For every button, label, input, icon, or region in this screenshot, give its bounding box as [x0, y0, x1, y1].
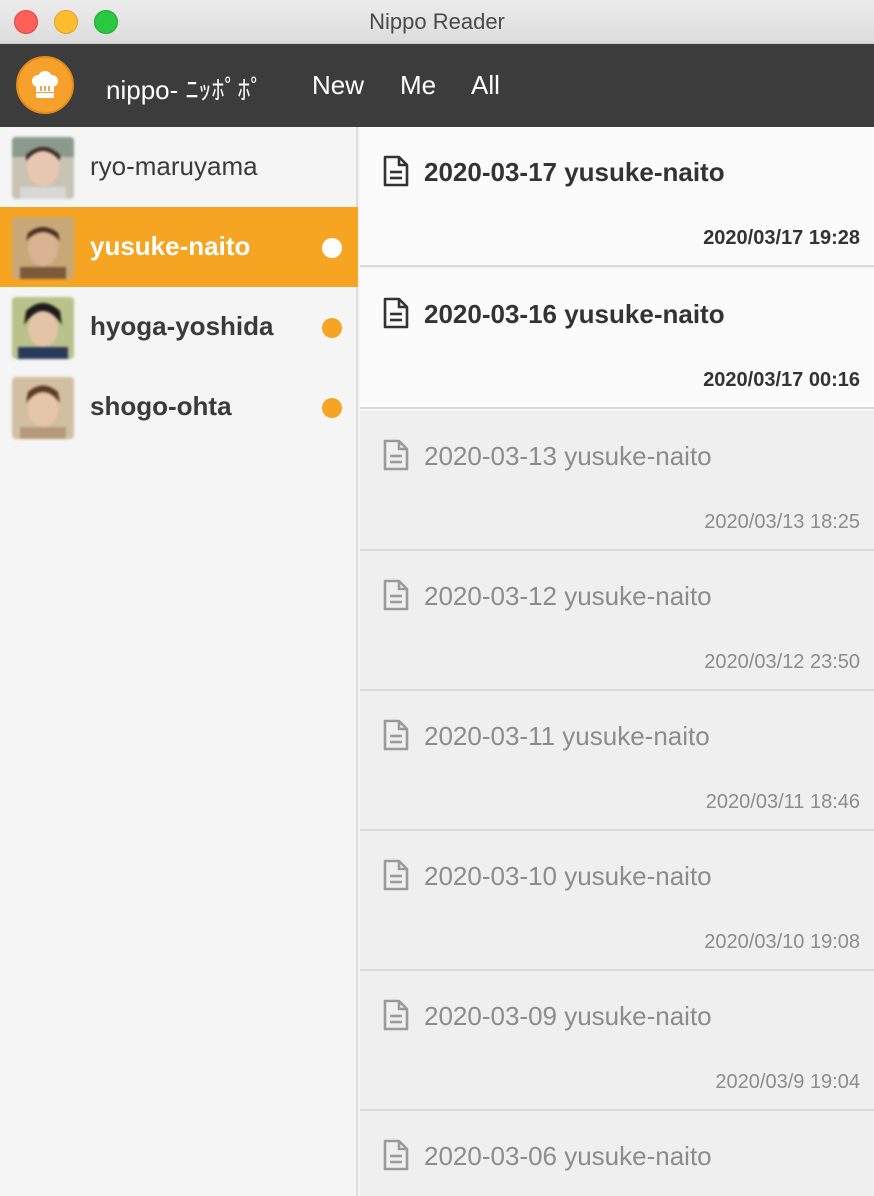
unread-indicator [322, 238, 342, 258]
document-icon [383, 859, 409, 891]
app-toolbar: nippo- ﾆｯﾎﾟﾎﾟ New Me All [0, 44, 874, 127]
report-title: 2020-03-11 yusuke-naito [424, 721, 710, 751]
document-icon [383, 999, 409, 1031]
report-date: 2020/03/11 18:46 [705, 791, 860, 813]
window-title: Nippo Reader [369, 9, 505, 34]
report-title: 2020-03-13 yusuke-naito [424, 441, 712, 471]
report-item[interactable]: 2020-03-12 yusuke-naito 2020/03/12 23:50 [360, 551, 874, 691]
nav-me[interactable]: Me [400, 70, 436, 101]
report-item[interactable]: 2020-03-13 yusuke-naito 2020/03/13 18:25 [360, 411, 874, 551]
report-date: 2020/03/10 19:08 [704, 931, 860, 953]
unread-indicator [322, 318, 342, 338]
report-date: 2020/03/17 19:28 [703, 227, 860, 249]
avatar [12, 297, 74, 359]
report-item[interactable]: 2020-03-06 yusuke-naito [360, 1111, 874, 1196]
report-item[interactable]: 2020-03-16 yusuke-naito 2020/03/17 00:16 [360, 269, 874, 409]
user-item-ryo-maruyama[interactable]: ryo-maruyama [0, 127, 358, 207]
user-name: yusuke-naito [90, 231, 251, 261]
report-date: 2020/03/17 00:16 [703, 369, 860, 391]
report-date: 2020/03/12 23:50 [704, 651, 860, 673]
document-icon [383, 1139, 409, 1171]
report-list: 2020-03-17 yusuke-naito 2020/03/17 19:28… [360, 127, 874, 1196]
document-icon [383, 579, 409, 611]
chef-hat-icon [32, 71, 58, 98]
user-item-hyoga-yoshida[interactable]: hyoga-yoshida [0, 287, 358, 367]
report-item[interactable]: 2020-03-10 yusuke-naito 2020/03/10 19:08 [360, 831, 874, 971]
report-title: 2020-03-06 yusuke-naito [424, 1141, 712, 1171]
report-item[interactable]: 2020-03-11 yusuke-naito 2020/03/11 18:46 [360, 691, 874, 831]
user-name: shogo-ohta [90, 391, 232, 421]
document-icon [383, 719, 409, 751]
user-name: ryo-maruyama [90, 151, 258, 181]
report-title: 2020-03-10 yusuke-naito [424, 861, 712, 891]
report-title: 2020-03-16 yusuke-naito [424, 299, 725, 329]
document-icon [383, 439, 409, 471]
window-titlebar: Nippo Reader [0, 0, 874, 44]
report-item[interactable]: 2020-03-09 yusuke-naito 2020/03/9 19:04 [360, 971, 874, 1111]
report-date: 2020/03/9 19:04 [715, 1071, 860, 1093]
user-item-shogo-ohta[interactable]: shogo-ohta [0, 367, 358, 447]
user-sidebar: ryo-maruyama yusuke-naito hyoga-yoshida [0, 127, 358, 1196]
report-title: 2020-03-09 yusuke-naito [424, 1001, 712, 1031]
user-item-yusuke-naito[interactable]: yusuke-naito [0, 207, 358, 287]
document-icon [383, 155, 409, 187]
report-date: 2020/03/13 18:25 [704, 511, 860, 533]
report-item[interactable]: 2020-03-17 yusuke-naito 2020/03/17 19:28 [360, 127, 874, 267]
app-logo[interactable] [16, 56, 74, 114]
nav-all[interactable]: All [471, 70, 500, 101]
nav-new[interactable]: New [312, 70, 364, 101]
document-icon [383, 297, 409, 329]
avatar [12, 137, 74, 199]
avatar [12, 377, 74, 439]
unread-indicator [322, 398, 342, 418]
user-name: hyoga-yoshida [90, 311, 274, 341]
avatar [12, 217, 74, 279]
report-title: 2020-03-12 yusuke-naito [424, 581, 712, 611]
report-title: 2020-03-17 yusuke-naito [424, 157, 725, 187]
brand-link[interactable]: nippo- ﾆｯﾎﾟﾎﾟ [106, 70, 264, 107]
